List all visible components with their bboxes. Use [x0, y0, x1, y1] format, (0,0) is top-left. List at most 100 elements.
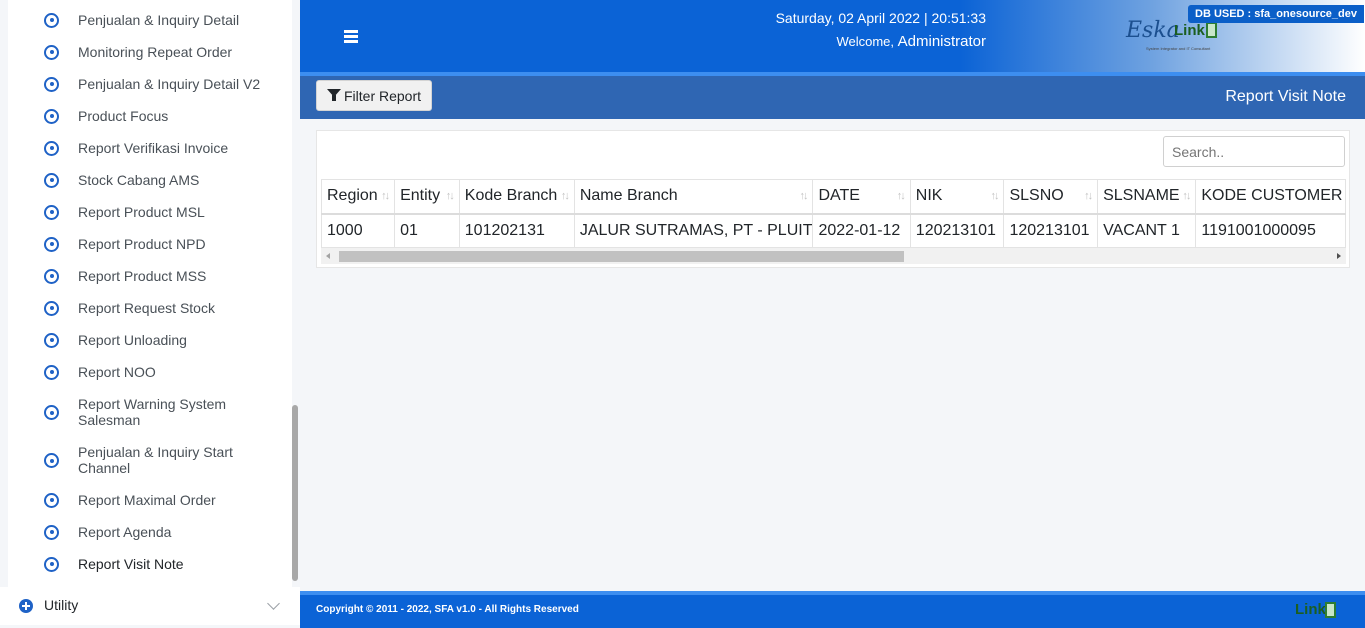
- username: Administrator: [897, 33, 986, 50]
- sidebar-item-label: Report Unloading: [78, 332, 187, 348]
- sidebar: Penjualan & Inquiry Detail Monitoring Re…: [0, 0, 300, 628]
- sidebar-item-report-verifikasi-invoice[interactable]: Report Verifikasi Invoice: [44, 140, 284, 156]
- sidebar-item-penjualan-inquiry-detail[interactable]: Penjualan & Inquiry Detail: [44, 12, 284, 28]
- sidebar-item-label: Penjualan & Inquiry Start Channel: [78, 444, 233, 476]
- page-footer: Copyright © 2011 - 2022, SFA v1.0 - All …: [300, 595, 1365, 628]
- sidebar-item-label: Report Request Stock: [78, 300, 215, 316]
- sidebar-item-label: Penjualan & Inquiry Detail V2: [78, 76, 261, 92]
- circle-dot-icon: [44, 556, 59, 572]
- column-header-slsname[interactable]: SLSNAME ↑↓: [1097, 179, 1197, 215]
- cell-slsno: 120213101: [1003, 213, 1099, 248]
- copyright-text: Copyright © 2011 - 2022, SFA v1.0 - All …: [316, 604, 579, 615]
- sidebar-item-report-warning-system-salesman[interactable]: Report Warning System Salesman: [44, 396, 284, 428]
- sort-icon: ↑↓: [990, 190, 999, 202]
- column-header-name-branch[interactable]: Name Branch ↑↓: [573, 179, 814, 215]
- sidebar-item-label: Report NOO: [78, 364, 156, 380]
- column-header-entity[interactable]: Entity ↑↓: [394, 179, 460, 215]
- cell-nik: 120213101: [909, 213, 1005, 248]
- chevron-down-icon: [267, 597, 280, 610]
- sort-icon: ↑↓: [1084, 190, 1093, 202]
- cell-region: 1000: [321, 213, 396, 248]
- column-header-nik[interactable]: NIK ↑↓: [909, 179, 1005, 215]
- sidebar-item-label: Monitoring Repeat Order: [78, 44, 233, 60]
- sidebar-item-label: Product Focus: [78, 108, 169, 124]
- door-icon: [1206, 22, 1217, 38]
- sidebar-item-report-product-mss[interactable]: Report Product MSS: [44, 268, 284, 284]
- table-row: 1000 01 101202131 JALUR SUTRAMAS, PT - P…: [321, 213, 1346, 248]
- sort-icon: ↑↓: [896, 190, 906, 202]
- footer-logo: Link: [1295, 599, 1345, 623]
- circle-dot-icon: [44, 172, 59, 188]
- sidebar-item-label: Report Product NPD: [78, 236, 206, 252]
- filter-report-button[interactable]: Filter Report: [316, 80, 432, 111]
- sidebar-item-utility[interactable]: Utility: [0, 587, 300, 625]
- sidebar-item-label: Report Product MSS: [78, 268, 207, 284]
- search-input[interactable]: [1163, 136, 1345, 167]
- sidebar-item-penjualan-inquiry-start-channel[interactable]: Penjualan & Inquiry Start Channel: [44, 444, 284, 476]
- cell-kode-branch: 101202131: [458, 213, 575, 248]
- sidebar-menu-panel: Penjualan & Inquiry Detail Monitoring Re…: [8, 0, 292, 587]
- circle-dot-icon: [44, 492, 59, 508]
- page-title: Report Visit Note: [1225, 88, 1346, 105]
- sidebar-item-label: Stock Cabang AMS: [78, 172, 200, 188]
- column-header-kode-customer[interactable]: KODE CUSTOMER: [1195, 179, 1346, 215]
- column-header-date[interactable]: DATE ↑↓: [812, 179, 911, 215]
- sidebar-item-report-visit-note[interactable]: Report Visit Note: [44, 556, 284, 572]
- scroll-left-arrow-icon[interactable]: [326, 253, 330, 259]
- db-used-badge: DB USED : sfa_onesource_dev: [1188, 5, 1364, 23]
- scroll-right-arrow-icon[interactable]: [1337, 253, 1341, 259]
- sort-icon: ↑↓: [799, 190, 808, 202]
- cell-entity: 01: [394, 213, 460, 248]
- sidebar-item-stock-cabang-ams[interactable]: Stock Cabang AMS: [44, 172, 284, 188]
- sort-icon: ↑↓: [381, 190, 390, 202]
- sidebar-item-report-agenda[interactable]: Report Agenda: [44, 524, 284, 540]
- column-header-kode-branch[interactable]: Kode Branch ↑↓: [458, 179, 575, 215]
- cell-date: 2022-01-12: [812, 213, 911, 248]
- report-table: Region ↑↓ Entity ↑↓ Kode Branch ↑↓ Name Bra…: [321, 179, 1346, 248]
- door-icon: [1325, 602, 1336, 618]
- circle-dot-icon: [44, 204, 59, 220]
- column-header-region[interactable]: Region ↑↓: [321, 179, 396, 215]
- sidebar-item-product-focus[interactable]: Product Focus: [44, 108, 284, 124]
- sidebar-item-report-request-stock[interactable]: Report Request Stock: [44, 300, 284, 316]
- circle-dot-icon: [44, 300, 59, 316]
- sidebar-item-report-maximal-order[interactable]: Report Maximal Order: [44, 492, 284, 508]
- circle-dot-icon: [44, 332, 59, 348]
- circle-dot-icon: [44, 524, 59, 540]
- report-card: Region↑↓ Entity↑↓ Kode Branch↑↓ Name Bra…: [316, 130, 1350, 268]
- sidebar-item-label: Report Agenda: [78, 524, 172, 540]
- logo-eska-text: Eska: [1126, 18, 1180, 43]
- welcome-text: Welcome, Administrator: [720, 33, 986, 50]
- circle-dot-icon: [44, 44, 59, 60]
- sidebar-item-monitoring-repeat-order[interactable]: Monitoring Repeat Order: [44, 44, 284, 60]
- welcome-prefix: Welcome,: [836, 34, 895, 49]
- cell-slsname: VACANT 1: [1097, 213, 1197, 248]
- sort-icon: ↑↓: [1182, 190, 1191, 202]
- circle-dot-icon: [44, 108, 59, 124]
- sidebar-item-report-product-msl[interactable]: Report Product MSL: [44, 204, 284, 220]
- sidebar-item-label: Report Verifikasi Invoice: [78, 140, 229, 156]
- sort-icon: ↑↓: [445, 190, 455, 202]
- circle-dot-icon: [44, 268, 59, 284]
- sidebar-item-report-unloading[interactable]: Report Unloading: [44, 332, 284, 348]
- table-header-row: Region ↑↓ Entity ↑↓ Kode Branch ↑↓ Name Bra…: [321, 179, 1346, 215]
- logo-tagline: System Integrator and IT Consultant: [1146, 46, 1211, 51]
- circle-dot-icon: [44, 12, 59, 28]
- column-header-slsno[interactable]: SLSNO ↑↓: [1003, 179, 1099, 215]
- sidebar-item-label: Utility: [44, 597, 79, 613]
- sidebar-item-label: Report Warning System Salesman: [78, 396, 227, 428]
- sidebar-item-report-product-npd[interactable]: Report Product NPD: [44, 236, 284, 252]
- sidebar-item-report-noo[interactable]: Report NOO: [44, 364, 284, 380]
- eskalink-logo: Eska Link System Integrator and IT Consu…: [1126, 18, 1226, 56]
- sidebar-item-penjualan-inquiry-detail-v2[interactable]: Penjualan & Inquiry Detail V2: [44, 76, 284, 92]
- filter-report-label: Filter Report: [344, 88, 422, 104]
- hamburger-menu-icon[interactable]: [344, 30, 358, 43]
- circle-dot-icon: [44, 236, 59, 252]
- sidebar-item-label: Report Maximal Order: [78, 492, 216, 508]
- circle-dot-icon: [44, 405, 59, 420]
- sidebar-scrollbar[interactable]: [292, 405, 298, 581]
- footer-logo-link-text: Link: [1295, 601, 1326, 618]
- scrollbar-thumb[interactable]: [339, 251, 904, 262]
- table-horizontal-scrollbar[interactable]: [321, 248, 1346, 264]
- plus-circle-icon: [19, 599, 33, 613]
